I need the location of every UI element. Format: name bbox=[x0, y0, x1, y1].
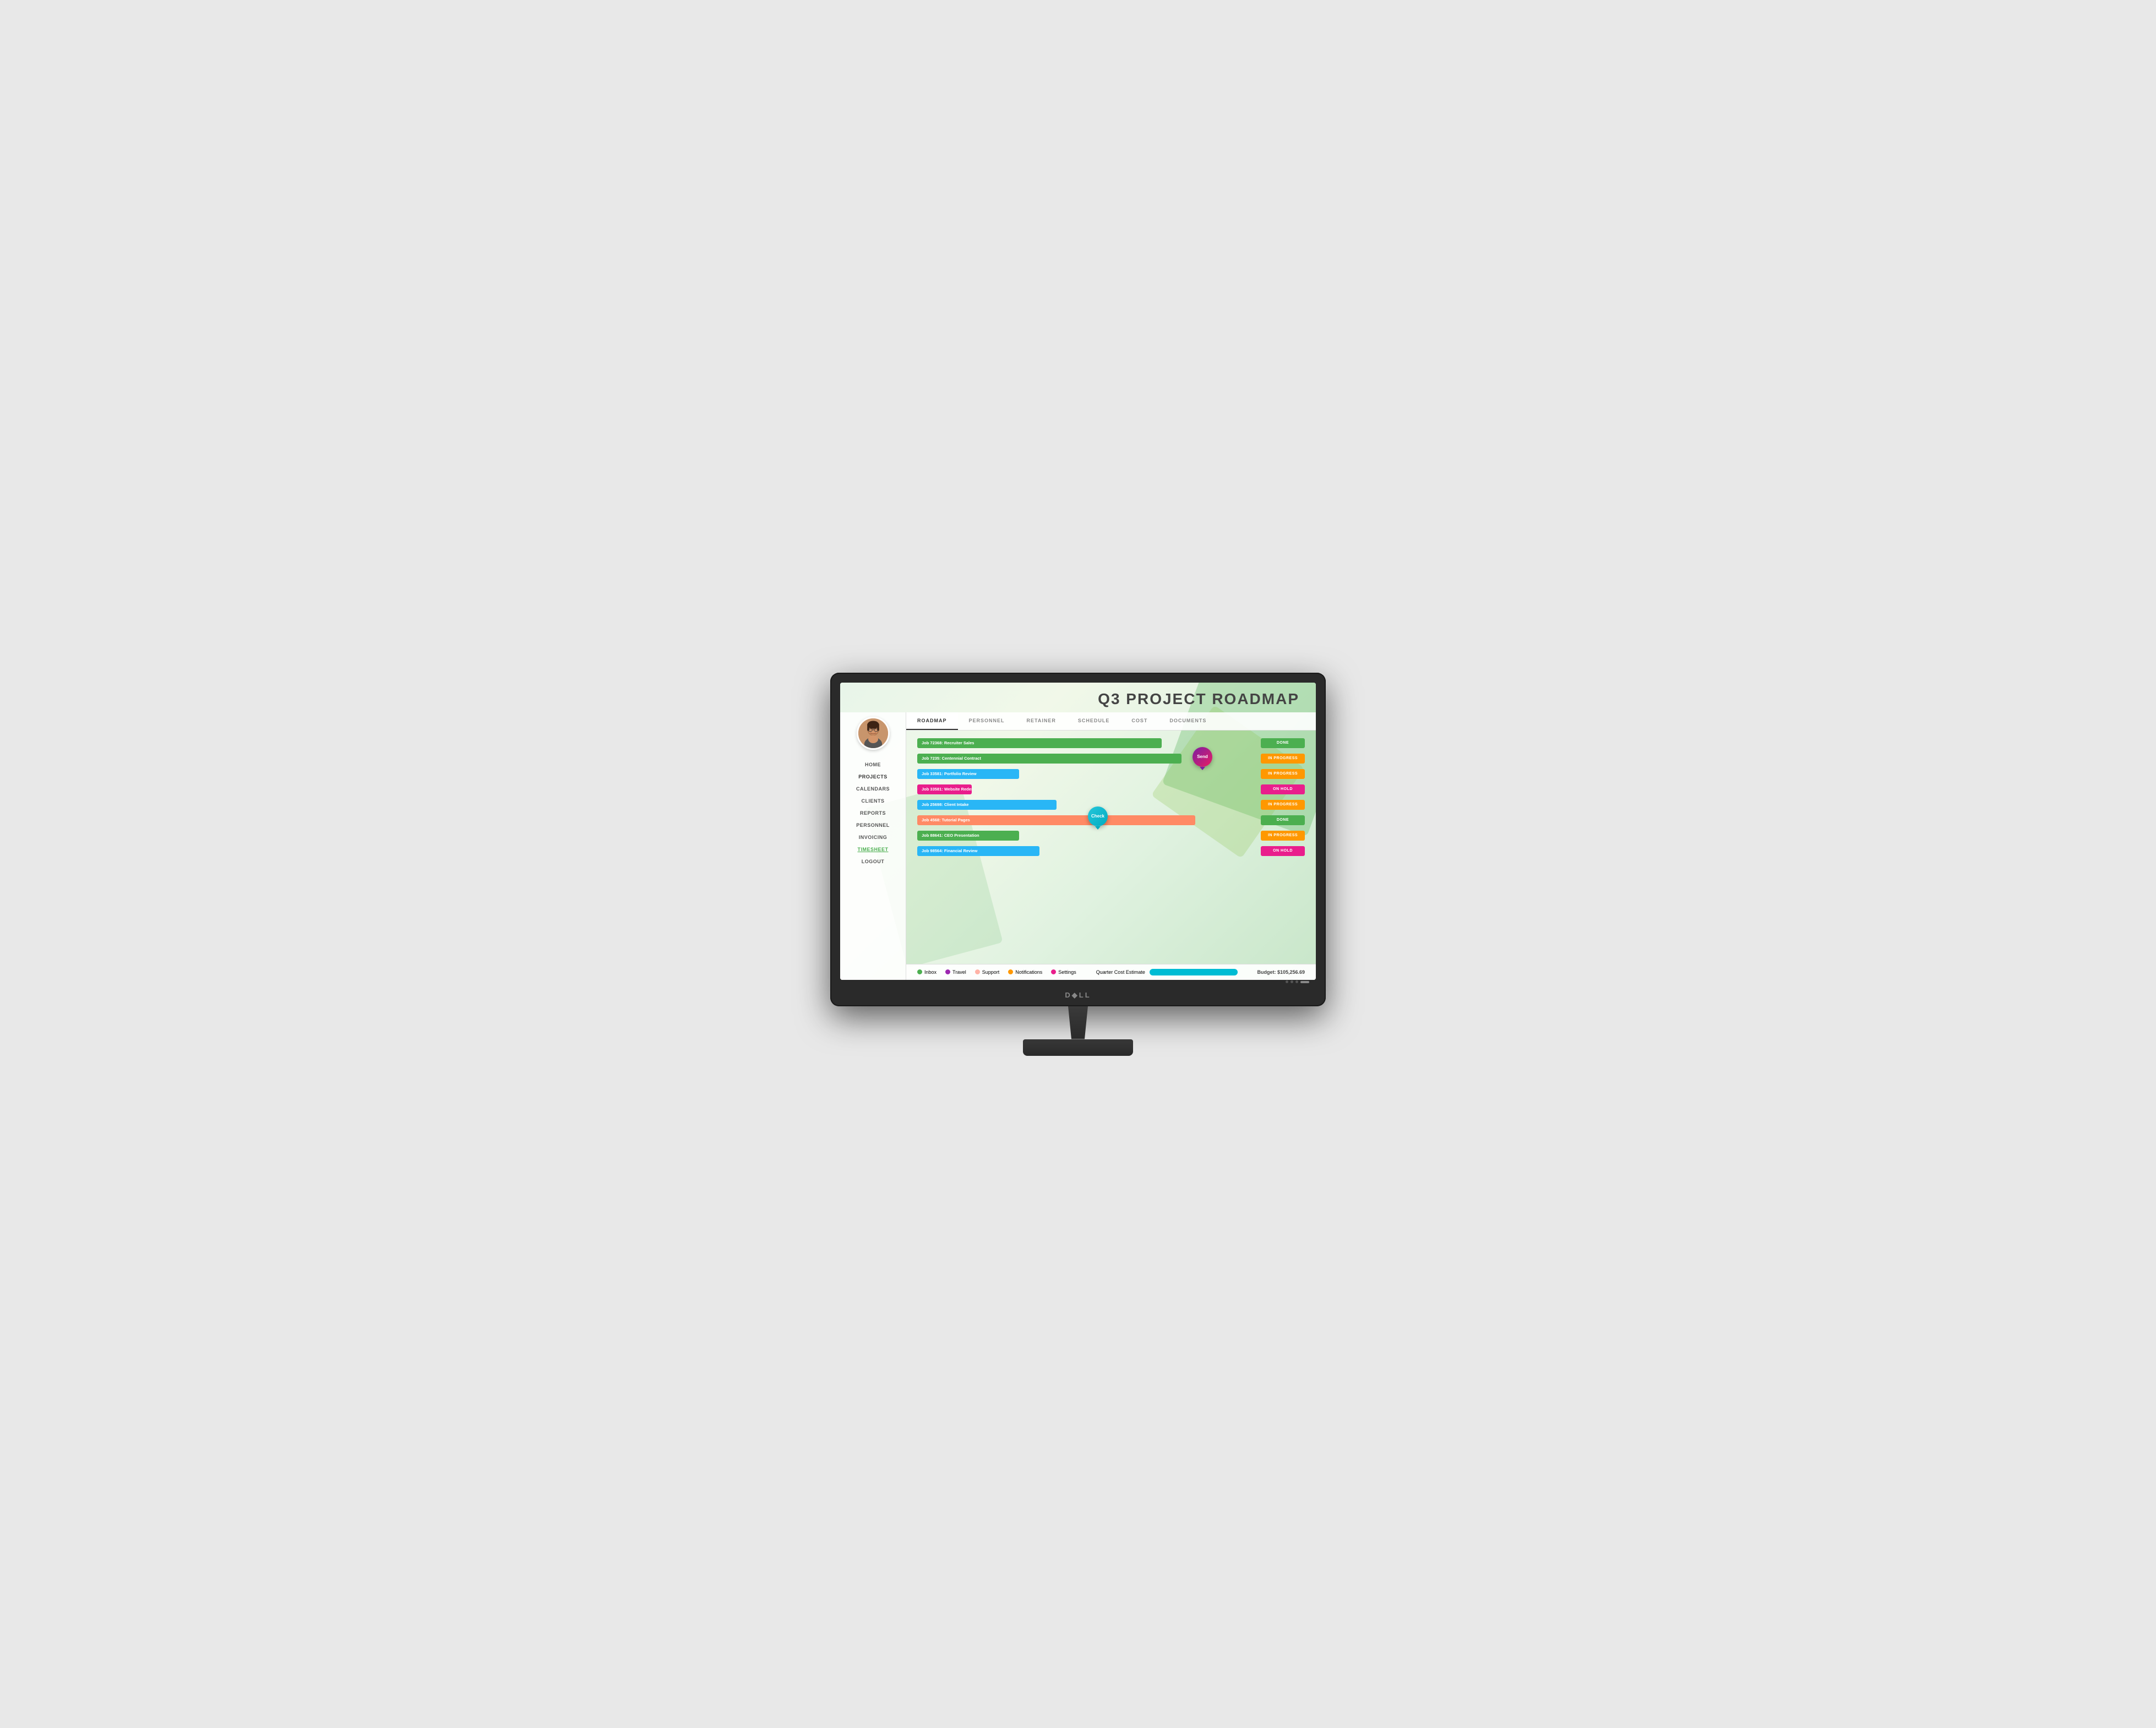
legend-label-travel: Travel bbox=[952, 969, 966, 975]
indicator-dot-2 bbox=[1291, 980, 1293, 983]
roadmap-content: Send Check Job 72368: Recruiter Sales DO… bbox=[906, 731, 1316, 964]
table-row: Job 7235: Centennial Contract IN PROGRES… bbox=[917, 753, 1305, 765]
legend-label-inbox: Inbox bbox=[924, 969, 937, 975]
sidebar-item-personnel[interactable]: PERSONNEL bbox=[840, 819, 906, 831]
stand-base bbox=[1023, 1039, 1133, 1056]
indicator-dot-1 bbox=[1286, 980, 1288, 983]
legend-dot-support bbox=[975, 969, 980, 974]
tab-personnel[interactable]: PERSONNEL bbox=[958, 712, 1016, 730]
gantt-bar-7[interactable]: Job 88641: CEO Presentation bbox=[917, 831, 1019, 841]
status-badge-2: IN PROGRESS bbox=[1261, 754, 1305, 764]
gantt-bar-4[interactable]: Job 33581: Website Redesign bbox=[917, 784, 972, 794]
status-badge-1: DONE bbox=[1261, 738, 1305, 748]
sidebar-item-calendars[interactable]: CALENDARS bbox=[840, 783, 906, 795]
sidebar-item-projects[interactable]: PROJECTS bbox=[840, 771, 906, 783]
content-area: ROADMAP PERSONNEL RETAINER SCHEDULE COST… bbox=[906, 712, 1316, 980]
send-button[interactable]: Send bbox=[1193, 747, 1212, 767]
monitor-screen: Q3 PROJECT ROADMAP bbox=[840, 683, 1316, 980]
monitor-wrapper: Q3 PROJECT ROADMAP bbox=[830, 673, 1326, 1056]
tab-roadmap[interactable]: ROADMAP bbox=[906, 712, 958, 730]
status-badge-7: IN PROGRESS bbox=[1261, 831, 1305, 841]
legend-settings: Settings bbox=[1051, 969, 1076, 975]
gantt-bar-2[interactable]: Job 7235: Centennial Contract bbox=[917, 754, 1182, 764]
sidebar-item-home[interactable]: HOME bbox=[840, 759, 906, 771]
stand-neck bbox=[1061, 1006, 1095, 1039]
legend-support: Support bbox=[975, 969, 1000, 975]
table-row: Job 98564: Financial Review ON HOLD bbox=[917, 845, 1305, 857]
legend-notifications: Notifications bbox=[1008, 969, 1042, 975]
legend-inbox: Inbox bbox=[917, 969, 937, 975]
sidebar: HOME PROJECTS CALENDARS CLIENTS REPORTS … bbox=[840, 712, 906, 980]
screen-content: Q3 PROJECT ROADMAP bbox=[840, 683, 1316, 980]
nav-items: HOME PROJECTS CALENDARS CLIENTS REPORTS … bbox=[840, 759, 906, 868]
legend-label-support: Support bbox=[982, 969, 1000, 975]
legend-label-notifications: Notifications bbox=[1015, 969, 1042, 975]
status-badge-5: IN PROGRESS bbox=[1261, 800, 1305, 810]
indicator-dot-3 bbox=[1295, 980, 1298, 983]
status-badge-3: IN PROGRESS bbox=[1261, 769, 1305, 779]
title-area: Q3 PROJECT ROADMAP bbox=[840, 683, 1316, 712]
gantt-bar-container: Job 98564: Financial Review bbox=[917, 846, 1256, 856]
dell-brand-logo: D◆LL bbox=[1065, 991, 1091, 1000]
status-badge-8: ON HOLD bbox=[1261, 846, 1305, 856]
table-row: Job 33581: Website Redesign ON HOLD bbox=[917, 783, 1305, 795]
gantt-bar-container: Job 72368: Recruiter Sales bbox=[917, 738, 1256, 748]
sidebar-item-timesheet[interactable]: TIMESHEET bbox=[840, 843, 906, 855]
legend-dot-settings bbox=[1051, 969, 1056, 974]
sidebar-item-reports[interactable]: REPORTS bbox=[840, 807, 906, 819]
cost-estimate: Quarter Cost Estimate bbox=[1096, 969, 1238, 975]
table-row: Job 88641: CEO Presentation IN PROGRESS bbox=[917, 830, 1305, 842]
tab-schedule[interactable]: SCHEDULE bbox=[1067, 712, 1121, 730]
table-row: Job 72368: Recruiter Sales DONE bbox=[917, 737, 1305, 749]
legend-label-settings: Settings bbox=[1058, 969, 1076, 975]
status-badge-4: ON HOLD bbox=[1261, 784, 1305, 794]
gantt-bar-5[interactable]: Job 25698: Client Intake bbox=[917, 800, 1057, 810]
main-layout: HOME PROJECTS CALENDARS CLIENTS REPORTS … bbox=[840, 712, 1316, 980]
avatar bbox=[857, 717, 890, 750]
gantt-bar-3[interactable]: Job 33581: Portfolio Review bbox=[917, 769, 1019, 779]
cost-estimate-label: Quarter Cost Estimate bbox=[1096, 969, 1145, 975]
sidebar-item-logout[interactable]: LOGOUT bbox=[840, 855, 906, 868]
gantt-bar-6[interactable]: Job 4568: Tutorial Pages bbox=[917, 815, 1195, 825]
legend-dot-inbox bbox=[917, 969, 922, 974]
status-badge-6: DONE bbox=[1261, 815, 1305, 825]
gantt-bar-container: Job 33581: Portfolio Review bbox=[917, 769, 1256, 779]
cost-bar bbox=[1150, 969, 1238, 975]
table-row: Job 33581: Portfolio Review IN PROGRESS bbox=[917, 768, 1305, 780]
tab-retainer[interactable]: RETAINER bbox=[1016, 712, 1067, 730]
tab-cost[interactable]: COST bbox=[1120, 712, 1158, 730]
legend-dot-travel bbox=[945, 969, 950, 974]
tab-bar: ROADMAP PERSONNEL RETAINER SCHEDULE COST… bbox=[906, 712, 1316, 731]
table-row: Job 4568: Tutorial Pages DONE bbox=[917, 814, 1305, 826]
page-title: Q3 PROJECT ROADMAP bbox=[857, 690, 1299, 708]
gantt-bar-container: Job 4568: Tutorial Pages bbox=[917, 815, 1256, 825]
budget-text: Budget: $105,256.69 bbox=[1257, 969, 1305, 975]
gantt-bar-container: Job 25698: Client Intake bbox=[917, 800, 1256, 810]
bottom-bar: Inbox Travel Support bbox=[906, 964, 1316, 980]
check-button[interactable]: Check bbox=[1088, 806, 1108, 826]
power-indicator bbox=[1300, 981, 1309, 983]
monitor-stand bbox=[1023, 1006, 1133, 1056]
gantt-bar-container: Job 88641: CEO Presentation bbox=[917, 831, 1256, 841]
monitor-bezel: Q3 PROJECT ROADMAP bbox=[830, 673, 1326, 1006]
sidebar-item-clients[interactable]: CLIENTS bbox=[840, 795, 906, 807]
gantt-bar-container: Job 33581: Website Redesign bbox=[917, 784, 1256, 794]
gantt-bar-1[interactable]: Job 72368: Recruiter Sales bbox=[917, 738, 1162, 748]
tab-documents[interactable]: DOCUMENTS bbox=[1158, 712, 1217, 730]
table-row: Job 25698: Client Intake IN PROGRESS bbox=[917, 799, 1305, 811]
legend-travel: Travel bbox=[945, 969, 966, 975]
gantt-bar-8[interactable]: Job 98564: Financial Review bbox=[917, 846, 1039, 856]
monitor-bottom-bar bbox=[840, 980, 1316, 984]
sidebar-item-invoicing[interactable]: INVOICING bbox=[840, 831, 906, 843]
legend-dot-notifications bbox=[1008, 969, 1013, 974]
